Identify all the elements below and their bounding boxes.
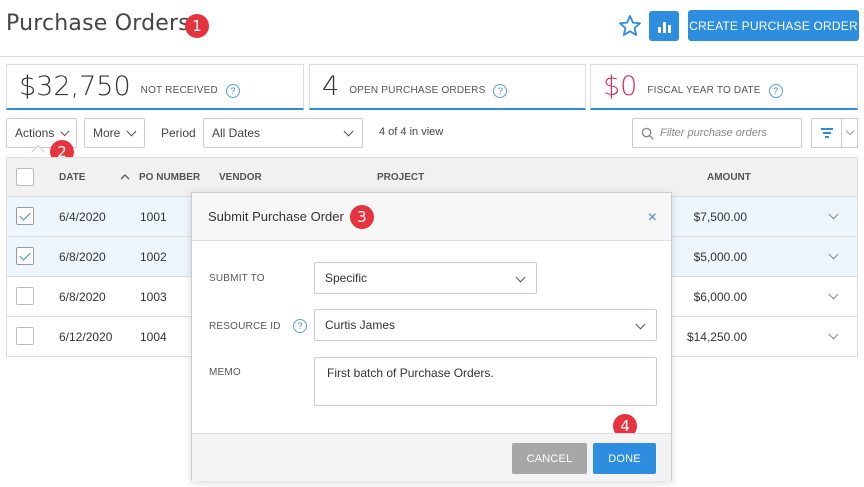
filter-options-dropdown[interactable] bbox=[841, 118, 858, 148]
submit-purchase-order-dialog: Submit Purchase Order 3 × SUBMIT TO Spec… bbox=[191, 192, 672, 481]
resource-id-label: RESOURCE ID bbox=[209, 321, 281, 332]
search-icon bbox=[641, 127, 654, 140]
chevron-down-icon[interactable] bbox=[828, 329, 839, 340]
done-button[interactable]: DONE bbox=[593, 443, 656, 474]
chevron-down-icon[interactable] bbox=[828, 209, 839, 220]
resource-id-value: Curtis James bbox=[325, 318, 396, 332]
stat-open-purchase-orders: 4 OPEN PURCHASE ORDERS ? bbox=[309, 64, 586, 110]
row-po-number: 1003 bbox=[140, 290, 167, 304]
stat-value: $0 bbox=[603, 71, 638, 102]
help-icon[interactable]: ? bbox=[768, 83, 783, 98]
filter-icon bbox=[820, 128, 833, 130]
stat-label: NOT RECEIVED bbox=[140, 85, 218, 96]
row-po-number: 1001 bbox=[140, 210, 167, 224]
stat-fiscal-year-to-date: $0 FISCAL YEAR TO DATE ? bbox=[590, 64, 858, 110]
stat-not-received: $32,750 NOT RECEIVED ? bbox=[6, 64, 304, 110]
column-vendor[interactable]: VENDOR bbox=[219, 172, 262, 183]
chart-button[interactable] bbox=[649, 11, 679, 41]
filter-button[interactable] bbox=[811, 118, 841, 148]
row-date: 6/4/2020 bbox=[59, 210, 106, 224]
row-amount: $5,000.00 bbox=[693, 250, 747, 264]
row-date: 6/8/2020 bbox=[59, 250, 106, 264]
cancel-button[interactable]: CANCEL bbox=[512, 443, 587, 474]
submit-to-select[interactable]: Specific bbox=[314, 262, 537, 294]
help-icon[interactable]: ? bbox=[293, 319, 307, 333]
more-label: More bbox=[93, 126, 121, 140]
chevron-down-icon bbox=[515, 272, 526, 283]
page-title: Purchase Orders bbox=[6, 11, 190, 36]
dialog-footer: CANCEL DONE bbox=[192, 433, 671, 481]
resource-id-select[interactable]: Curtis James bbox=[314, 309, 657, 341]
submit-to-value: Specific bbox=[325, 271, 368, 285]
chevron-down-icon bbox=[635, 319, 646, 330]
actions-label: Actions bbox=[15, 126, 55, 140]
row-po-number: 1002 bbox=[140, 250, 167, 264]
row-po-number: 1004 bbox=[140, 330, 167, 344]
row-amount: $7,500.00 bbox=[693, 210, 747, 224]
row-amount: $14,250.00 bbox=[686, 330, 747, 344]
stat-value: 4 bbox=[322, 71, 340, 102]
select-all-checkbox[interactable] bbox=[16, 168, 34, 186]
column-po-number[interactable]: PO NUMBER bbox=[139, 172, 200, 183]
chevron-down-icon bbox=[845, 126, 854, 136]
submit-to-label: SUBMIT TO bbox=[209, 273, 265, 284]
row-checkbox[interactable] bbox=[16, 327, 34, 345]
row-checkbox[interactable] bbox=[16, 287, 34, 305]
view-count: 4 of 4 in view bbox=[379, 126, 444, 138]
sort-ascending-icon[interactable] bbox=[120, 173, 130, 181]
column-amount[interactable]: AMOUNT bbox=[707, 172, 751, 183]
help-icon[interactable]: ? bbox=[225, 83, 240, 98]
help-icon[interactable]: ? bbox=[493, 83, 508, 98]
row-amount: $6,000.00 bbox=[693, 290, 747, 304]
dialog-title: Submit Purchase Order bbox=[208, 209, 344, 224]
stat-label: OPEN PURCHASE ORDERS bbox=[349, 85, 486, 96]
row-date: 6/8/2020 bbox=[59, 290, 106, 304]
period-select[interactable]: All Dates bbox=[203, 118, 363, 148]
stat-value: $32,750 bbox=[19, 71, 131, 102]
callout-badge-3: 3 bbox=[349, 204, 374, 229]
chevron-down-icon bbox=[60, 126, 70, 136]
chevron-down-icon[interactable] bbox=[828, 289, 839, 300]
row-checkbox[interactable] bbox=[16, 207, 34, 225]
row-checkbox[interactable] bbox=[16, 247, 34, 265]
filter-input[interactable]: Filter purchase orders bbox=[632, 118, 802, 148]
memo-textarea[interactable]: First batch of Purchase Orders. bbox=[314, 357, 657, 406]
chevron-down-icon bbox=[126, 126, 137, 136]
dialog-header: Submit Purchase Order 3 × bbox=[192, 193, 671, 241]
period-label: Period bbox=[161, 126, 196, 140]
close-icon[interactable]: × bbox=[648, 209, 657, 227]
memo-label: MEMO bbox=[209, 367, 241, 378]
chevron-down-icon[interactable] bbox=[828, 249, 839, 260]
callout-badge-1: 1 bbox=[185, 14, 209, 38]
bar-chart-icon bbox=[657, 27, 661, 33]
create-purchase-order-button[interactable]: CREATE PURCHASE ORDER bbox=[688, 10, 859, 41]
more-dropdown[interactable]: More bbox=[84, 118, 145, 148]
chevron-down-icon bbox=[343, 126, 354, 136]
column-date[interactable]: DATE bbox=[59, 172, 85, 183]
table-header: DATE PO NUMBER VENDOR PROJECT AMOUNT bbox=[6, 157, 858, 197]
stat-label: FISCAL YEAR TO DATE bbox=[647, 85, 761, 96]
favorite-star-icon[interactable] bbox=[618, 14, 642, 38]
filter-placeholder: Filter purchase orders bbox=[660, 127, 767, 139]
column-project[interactable]: PROJECT bbox=[377, 172, 424, 183]
row-date: 6/12/2020 bbox=[59, 330, 113, 344]
period-value: All Dates bbox=[212, 126, 261, 140]
header-divider bbox=[0, 56, 864, 57]
